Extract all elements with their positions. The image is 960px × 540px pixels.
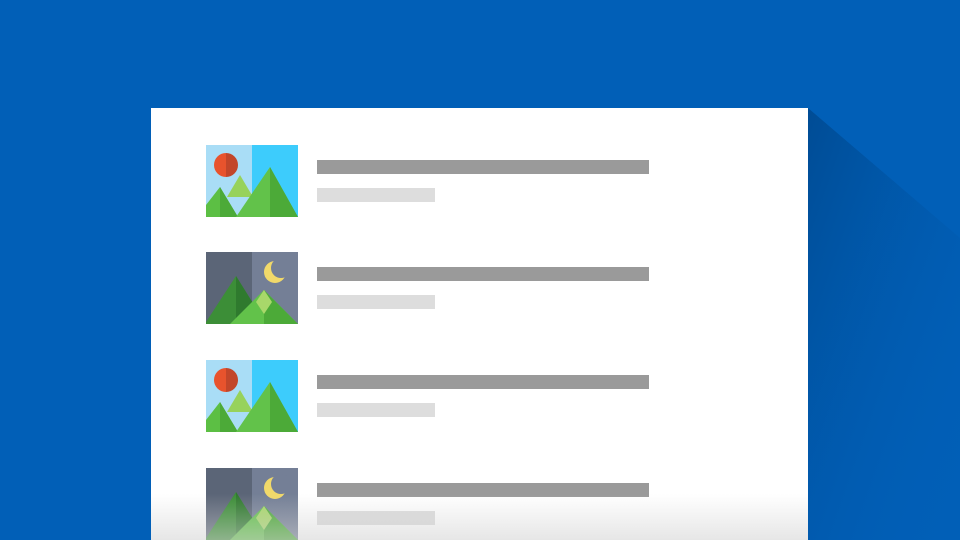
item-subtitle-placeholder	[317, 403, 435, 417]
item-title-placeholder	[317, 483, 649, 497]
item-subtitle-placeholder	[317, 295, 435, 309]
document-card	[151, 108, 808, 540]
item-subtitle-placeholder	[317, 511, 435, 525]
item-title-placeholder	[317, 160, 649, 174]
item-title-placeholder	[317, 267, 649, 281]
item-subtitle-placeholder	[317, 188, 435, 202]
item-title-placeholder	[317, 375, 649, 389]
list-item[interactable]	[206, 360, 766, 432]
day-landscape-icon	[206, 145, 298, 217]
night-landscape-icon	[206, 468, 298, 540]
list-item[interactable]	[206, 252, 766, 324]
list-item[interactable]	[206, 145, 766, 217]
illustration-background	[0, 0, 960, 540]
list-item[interactable]	[206, 468, 766, 540]
day-landscape-icon	[206, 360, 298, 432]
night-landscape-icon	[206, 252, 298, 324]
